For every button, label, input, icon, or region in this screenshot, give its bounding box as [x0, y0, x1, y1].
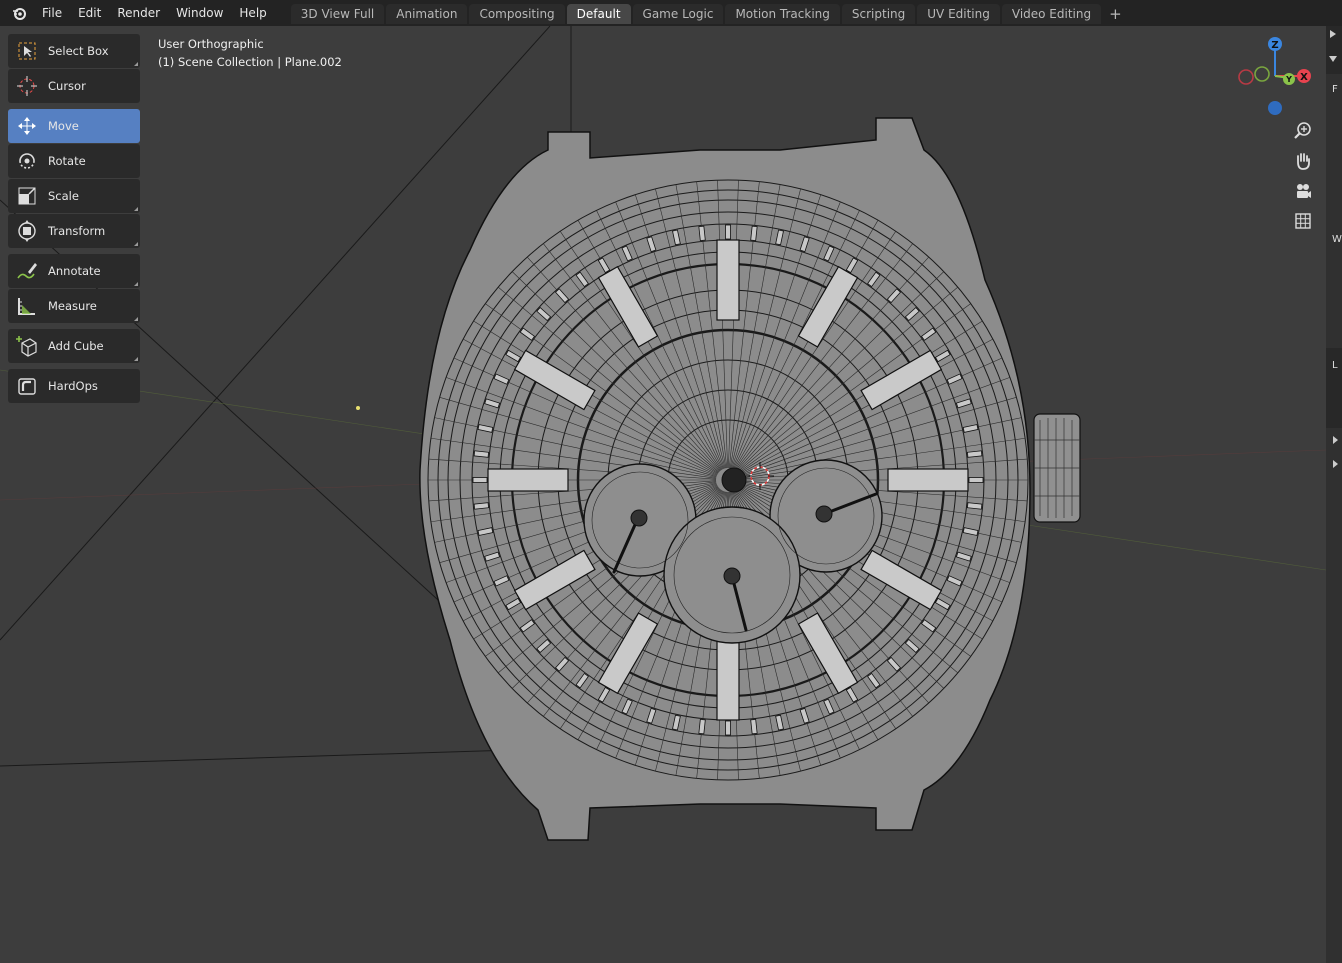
properties-strip: F W L	[1326, 26, 1342, 963]
tool-label: Rotate	[48, 154, 86, 168]
watch-case	[419, 117, 1081, 841]
3d-viewport[interactable]: User Orthographic (1) Scene Collection |…	[0, 26, 1326, 963]
tool-variants-indicator	[134, 282, 138, 286]
top-bar: File Edit Render Window Help 3D View Ful…	[0, 0, 1342, 26]
svg-text:Z: Z	[1271, 40, 1278, 51]
pan-hand-icon[interactable]	[1290, 148, 1316, 174]
tool-variants-indicator	[134, 207, 138, 211]
grid-ortho-icon[interactable]	[1290, 208, 1316, 234]
annotate-icon	[14, 258, 40, 284]
menu-window[interactable]: Window	[168, 0, 231, 26]
add-workspace-button[interactable]: +	[1103, 4, 1128, 24]
tab-default[interactable]: Default	[566, 4, 631, 24]
tool-rotate[interactable]: Rotate	[8, 144, 140, 178]
tool-annotate[interactable]: Annotate	[8, 254, 140, 288]
tab-3d-view-full[interactable]: 3D View Full	[290, 4, 385, 24]
camera-icon[interactable]	[1290, 178, 1316, 204]
transform-icon	[14, 218, 40, 244]
axis-neg-x-icon	[1238, 69, 1254, 85]
tab-motion-tracking[interactable]: Motion Tracking	[725, 4, 840, 24]
strip-label-f[interactable]: F	[1332, 84, 1338, 95]
measure-icon	[14, 293, 40, 319]
menu-help[interactable]: Help	[231, 0, 274, 26]
scene-collection-label: (1) Scene Collection | Plane.002	[158, 55, 342, 69]
tab-compositing[interactable]: Compositing	[469, 4, 565, 24]
expand-arrow-icon[interactable]	[1330, 30, 1336, 38]
tool-label: Move	[48, 119, 79, 133]
menu-file[interactable]: File	[34, 0, 70, 26]
menu-render[interactable]: Render	[109, 0, 168, 26]
tab-video-editing[interactable]: Video Editing	[1001, 4, 1102, 24]
light-point-icon	[356, 406, 360, 410]
select-box-icon	[14, 38, 40, 64]
add-cube-icon	[14, 333, 40, 359]
tool-label: Add Cube	[48, 339, 104, 353]
view-name: User Orthographic	[158, 37, 264, 51]
tool-label: Select Box	[48, 44, 109, 58]
zoom-icon[interactable]	[1290, 118, 1316, 144]
tab-scripting[interactable]: Scripting	[841, 4, 916, 24]
tool-label: Scale	[48, 189, 79, 203]
tool-label: Cursor	[48, 79, 86, 93]
tool-variants-indicator	[134, 317, 138, 321]
move-icon	[14, 113, 40, 139]
tool-measure[interactable]: Measure	[8, 289, 140, 323]
tool-variants-indicator	[134, 62, 138, 66]
tab-uv-editing[interactable]: UV Editing	[917, 4, 1000, 24]
tool-label: Transform	[48, 224, 106, 238]
axis-neg-z-icon	[1268, 101, 1282, 115]
workspace-tabs: 3D View Full Animation Compositing Default G…	[290, 2, 1128, 24]
tool-label: HardOps	[48, 379, 98, 393]
strip-label-l[interactable]: L	[1332, 360, 1338, 371]
tab-animation[interactable]: Animation	[386, 4, 468, 24]
expand-arrow-icon[interactable]	[1333, 460, 1338, 468]
tool-select-box[interactable]: Select Box	[8, 34, 140, 68]
tool-shelf: Select Box Cursor Move Rotate Scale Transform…	[8, 34, 140, 404]
tool-add-cube[interactable]: Add Cube	[8, 329, 140, 363]
main-menu: File Edit Render Window Help	[34, 0, 275, 26]
tool-label: Annotate	[48, 264, 101, 278]
hardops-icon	[14, 373, 40, 399]
cursor-icon	[14, 73, 40, 99]
axis-neg-y-icon	[1254, 66, 1270, 82]
svg-text:X: X	[1300, 72, 1308, 83]
tool-move[interactable]: Move	[8, 109, 140, 143]
watch-mesh-wireframe	[0, 26, 1326, 841]
tool-transform[interactable]: Transform	[8, 214, 140, 248]
tool-label: Measure	[48, 299, 97, 313]
menu-edit[interactable]: Edit	[70, 0, 109, 26]
tool-cursor[interactable]: Cursor	[8, 69, 140, 103]
blender-logo-icon[interactable]	[8, 2, 30, 24]
navigation-gizmo[interactable]: Z X Y	[1236, 34, 1316, 124]
tool-hardops[interactable]: HardOps	[8, 369, 140, 403]
scale-icon	[14, 183, 40, 209]
viewport-info: User Orthographic (1) Scene Collection |…	[158, 35, 342, 71]
svg-text:Y: Y	[1285, 75, 1292, 84]
tool-variants-indicator	[134, 357, 138, 361]
strip-label-w[interactable]: W	[1332, 234, 1342, 245]
tool-variants-indicator	[134, 242, 138, 246]
collapse-arrow-icon[interactable]	[1329, 56, 1337, 62]
tab-game-logic[interactable]: Game Logic	[632, 4, 724, 24]
rotate-icon	[14, 148, 40, 174]
expand-arrow-icon[interactable]	[1333, 436, 1338, 444]
tool-scale[interactable]: Scale	[8, 179, 140, 213]
